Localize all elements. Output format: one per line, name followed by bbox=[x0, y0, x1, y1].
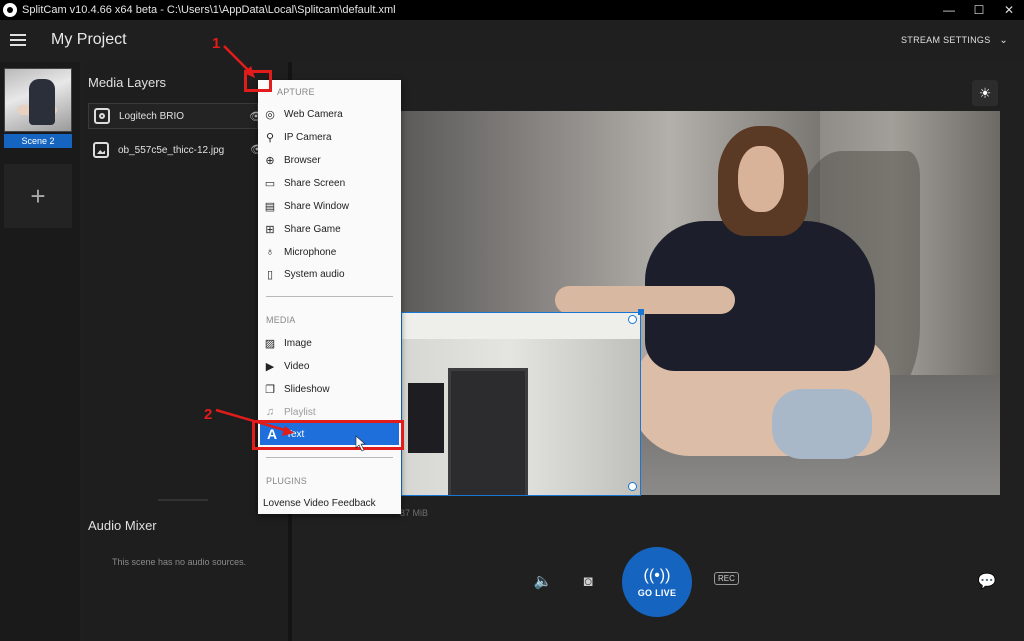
go-live-label: GO LIVE bbox=[637, 587, 677, 598]
minimize-button[interactable]: — bbox=[934, 0, 964, 20]
share-window-icon: ▤ bbox=[264, 200, 276, 213]
menu-item-ip-camera[interactable]: ⚲ IP Camera bbox=[258, 126, 401, 148]
menu-item-label: Microphone bbox=[284, 246, 337, 258]
video-icon: ▶ bbox=[265, 360, 275, 373]
close-button[interactable]: ✕ bbox=[994, 0, 1024, 20]
app-header: My Project STREAM SETTINGS ⌄ bbox=[0, 20, 1024, 62]
volume-icon[interactable]: 🔈 bbox=[530, 570, 556, 592]
webcam-icon bbox=[94, 108, 110, 124]
layer-label: Logitech BRIO bbox=[119, 110, 185, 122]
rotate-handle[interactable] bbox=[628, 315, 637, 324]
annotation-step-1: 1 bbox=[212, 35, 221, 52]
window-title: SplitCam v10.4.66 x64 beta - C:\Users\1\… bbox=[22, 4, 396, 16]
webcam-layer-preview[interactable] bbox=[401, 312, 641, 496]
project-title: My Project bbox=[51, 31, 127, 48]
stream-settings-button[interactable]: STREAM SETTINGS ⌄ bbox=[901, 35, 1008, 46]
annotation-box-add-layer bbox=[244, 70, 272, 92]
layer-label: ob_557c5e_thicc-12.jpg bbox=[118, 144, 225, 156]
maximize-button[interactable]: ☐ bbox=[964, 0, 994, 20]
scene-label[interactable]: Scene 2 bbox=[4, 134, 72, 148]
broadcast-icon: ((•)) bbox=[643, 566, 671, 584]
resize-handle[interactable] bbox=[638, 309, 644, 315]
capture-section-header: APTURE bbox=[277, 87, 315, 97]
record-button[interactable]: REC bbox=[714, 572, 739, 585]
menu-item-label: IP Camera bbox=[284, 131, 332, 143]
audio-mixer-title: Audio Mixer bbox=[88, 518, 157, 533]
title-bar: SplitCam v10.4.66 x64 beta - C:\Users\1\… bbox=[0, 0, 1024, 20]
go-live-button[interactable]: ((•)) GO LIVE bbox=[622, 547, 692, 617]
menu-item-browser[interactable]: ⊕ Browser bbox=[258, 149, 401, 171]
brightness-icon[interactable]: ☀ bbox=[972, 80, 998, 106]
gamepad-icon: ⊞ bbox=[265, 223, 275, 236]
menu-item-label: Share Game bbox=[284, 223, 341, 235]
menu-item-share-game[interactable]: ⊞ Share Game bbox=[258, 218, 401, 240]
audio-empty-message: This scene has no audio sources. bbox=[112, 557, 247, 567]
menu-item-web-camera[interactable]: ◎ Web Camera bbox=[258, 103, 401, 125]
resize-handle[interactable] bbox=[628, 482, 637, 491]
chevron-down-icon: ⌄ bbox=[999, 35, 1008, 46]
panel-resize-handle[interactable] bbox=[158, 499, 208, 501]
share-screen-icon: ▭ bbox=[264, 177, 276, 190]
camera-snapshot-icon[interactable]: ◙ bbox=[575, 570, 601, 592]
menu-item-label: Slideshow bbox=[284, 383, 330, 395]
splitcam-logo-icon bbox=[3, 3, 17, 17]
ip-camera-icon: ⚲ bbox=[265, 131, 275, 144]
menu-item-video[interactable]: ▶ Video bbox=[258, 355, 401, 377]
menu-item-microphone[interactable]: ♁ Microphone bbox=[258, 241, 401, 263]
menu-item-share-screen[interactable]: ▭ Share Screen bbox=[258, 172, 401, 194]
annotation-step-2: 2 bbox=[204, 406, 213, 423]
media-layers-title: Media Layers bbox=[88, 75, 167, 90]
plugins-section-header: PLUGINS bbox=[266, 476, 307, 486]
menu-separator bbox=[266, 296, 393, 297]
chat-icon[interactable]: 💬 bbox=[974, 570, 1000, 592]
window-controls: — ☐ ✕ bbox=[934, 0, 1024, 20]
menu-separator bbox=[266, 457, 393, 458]
layer-item[interactable]: ob_557c5e_thicc-12.jpg 👁 bbox=[88, 137, 264, 163]
menu-item-label: Lovense Video Feedback bbox=[263, 497, 376, 509]
slideshow-icon: ❐ bbox=[265, 383, 275, 396]
menu-item-lovense-video-feedback[interactable]: Lovense Video Feedback bbox=[258, 492, 401, 514]
microphone-icon: ♁ bbox=[265, 246, 275, 258]
layer-item[interactable]: Logitech BRIO 👁 bbox=[88, 103, 263, 129]
bottom-controls: 🔈 ◙ ((•)) GO LIVE REC 💬 bbox=[292, 542, 1024, 641]
image-icon: ▨ bbox=[264, 337, 276, 350]
menu-item-image[interactable]: ▨ Image bbox=[258, 332, 401, 354]
menu-item-label: Share Screen bbox=[284, 177, 346, 189]
speaker-icon: ▯ bbox=[266, 268, 274, 281]
globe-icon: ⊕ bbox=[265, 154, 275, 167]
playlist-icon: ♫ bbox=[265, 406, 275, 418]
menu-item-slideshow[interactable]: ❐ Slideshow bbox=[258, 378, 401, 400]
scenes-column: Scene 2 + bbox=[0, 62, 80, 641]
add-scene-button[interactable]: + bbox=[4, 164, 72, 228]
menu-item-share-window[interactable]: ▤ Share Window bbox=[258, 195, 401, 217]
hamburger-menu-icon[interactable] bbox=[10, 34, 26, 46]
image-icon bbox=[93, 142, 109, 158]
menu-item-label: System audio bbox=[284, 268, 345, 280]
media-section-header: MEDIA bbox=[266, 315, 296, 325]
menu-item-label: Image bbox=[284, 337, 312, 349]
scene-thumbnail[interactable] bbox=[4, 68, 72, 132]
stats-readout: 87 MiB bbox=[400, 508, 429, 518]
menu-item-label: Share Window bbox=[284, 200, 350, 212]
main-preview-area: ☀ 87 MiB 🔈 ◙ ((•)) GO LIVE REC 💬 bbox=[292, 62, 1024, 641]
annotation-box-text-item bbox=[252, 420, 404, 450]
stream-settings-label: STREAM SETTINGS bbox=[900, 35, 991, 45]
menu-item-label: Web Camera bbox=[284, 108, 343, 120]
webcam-icon: ◎ bbox=[265, 108, 275, 121]
menu-item-label: Playlist bbox=[284, 406, 316, 418]
menu-item-label: Browser bbox=[284, 154, 321, 166]
menu-item-label: Video bbox=[284, 360, 310, 372]
menu-item-system-audio[interactable]: ▯ System audio bbox=[258, 263, 401, 285]
